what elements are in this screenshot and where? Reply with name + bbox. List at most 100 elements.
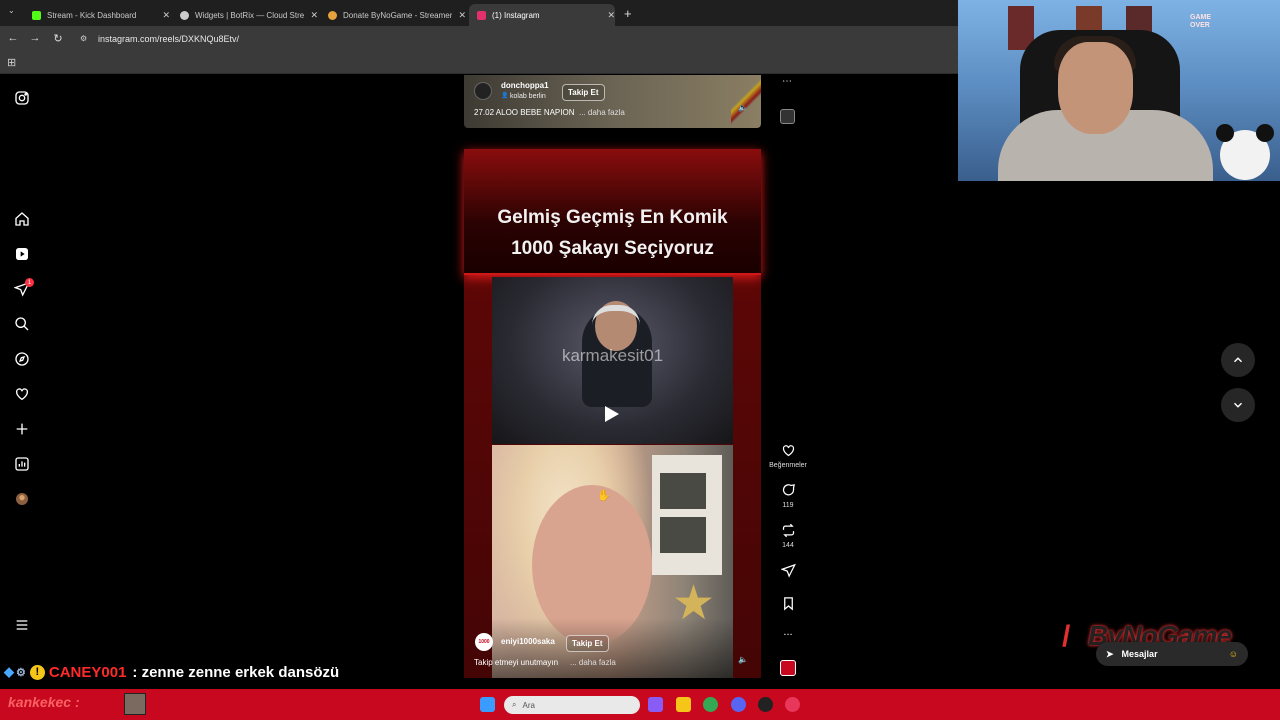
chat-message: : zenne zenne erkek dansözü xyxy=(132,663,340,681)
tab-bynogame-donate[interactable]: Donate ByNoGame - Streamer ✕ xyxy=(320,4,466,26)
search-icon: ⌕ xyxy=(512,700,517,709)
menu-hamburger-icon[interactable] xyxy=(13,616,31,634)
tab-botrix-widgets[interactable]: Widgets | BotRix — Cloud Stre... ✕ xyxy=(172,4,318,26)
prev-reel-caption: 27.02 ALOO BEBE NAPION xyxy=(474,108,575,117)
bynogame-favicon-icon xyxy=(328,10,337,20)
badge-warning-icon: ! xyxy=(29,664,45,680)
reposts-count: 144 xyxy=(782,542,794,549)
reels-icon[interactable] xyxy=(13,245,31,263)
prev-audio-thumb[interactable] xyxy=(780,109,795,124)
back-arrow-icon[interactable]: ← xyxy=(6,32,20,44)
taskbar xyxy=(0,689,1280,720)
windows-start-icon[interactable] xyxy=(480,697,495,712)
reel-caption: Takip etmeyi unutmayın xyxy=(474,658,559,667)
create-plus-icon[interactable] xyxy=(13,420,31,438)
chrome-icon[interactable] xyxy=(703,697,718,712)
site-info-icon[interactable]: ⚙ xyxy=(80,34,87,43)
tab-title: (1) Instagram xyxy=(492,10,540,20)
comment-icon[interactable] xyxy=(779,483,797,503)
likes-label[interactable]: Beğenmeler xyxy=(762,462,814,469)
play-icon[interactable] xyxy=(604,405,620,423)
stream-chat-line: ◆ ⚙ ! CANEY001 : zenne zenne erkek dansö… xyxy=(4,660,339,684)
previous-reel-button[interactable] xyxy=(1221,343,1255,377)
heart-icon[interactable] xyxy=(13,385,31,403)
taskbar-search[interactable]: ⌕ Ara xyxy=(504,696,640,714)
forward-arrow-icon[interactable]: → xyxy=(28,32,42,44)
webcam-overlay: GAME OVER xyxy=(958,0,1280,181)
reel-title-line2: 1000 Şakayı Seçiyoruz xyxy=(511,238,714,259)
dashboard-chart-icon[interactable] xyxy=(13,455,31,473)
notification-badge: 1 xyxy=(25,278,34,287)
share-icon[interactable] xyxy=(779,563,797,583)
like-heart-icon[interactable] xyxy=(779,443,797,463)
speaker-mute-icon[interactable]: 🔈 xyxy=(738,103,748,112)
reel-username[interactable]: eniyi1000saka xyxy=(501,637,555,646)
badge-cube-icon: ◆ xyxy=(4,664,14,679)
profile-avatar-icon[interactable] xyxy=(13,490,31,508)
prev-reel-avatar[interactable] xyxy=(474,82,492,100)
chat-username: CANEY001 xyxy=(48,663,127,681)
tab-title: Stream - Kick Dashboard xyxy=(47,10,137,20)
reel-follow-button[interactable]: Takip Et xyxy=(566,635,609,652)
home-icon[interactable] xyxy=(13,210,31,228)
prev-reel-follow-button[interactable]: Takip Et xyxy=(562,84,605,101)
chat-ticker: kankekec : xyxy=(8,694,80,710)
new-tab-button[interactable]: + xyxy=(624,6,632,21)
comments-count: 119 xyxy=(782,502,794,509)
brand-slash-icon: / xyxy=(1062,620,1071,653)
ticker-avatar xyxy=(124,693,146,715)
instagram-logo-icon[interactable] xyxy=(13,89,31,107)
more-options-icon[interactable]: ... xyxy=(762,626,814,638)
reload-icon[interactable]: ↻ xyxy=(51,32,65,45)
audio-thumb[interactable] xyxy=(780,660,796,676)
close-tab-icon[interactable]: ✕ xyxy=(607,10,615,21)
person-icon: 👤 xyxy=(501,93,509,99)
prev-reel-subline: kolab berlin xyxy=(510,93,546,100)
explore-compass-icon[interactable] xyxy=(13,350,31,368)
media-player-icon[interactable] xyxy=(785,697,800,712)
close-tab-icon[interactable]: ✕ xyxy=(162,10,170,21)
send-icon: ➤ xyxy=(1106,648,1114,659)
bookmarks-bar: ⊞ xyxy=(0,52,958,74)
tab-title: Donate ByNoGame - Streamer xyxy=(343,10,453,20)
copilot-icon[interactable] xyxy=(648,697,663,712)
bookmark-icon[interactable] xyxy=(779,596,797,616)
tab-kick-dashboard[interactable]: Stream - Kick Dashboard ✕ xyxy=(24,4,170,26)
file-explorer-icon[interactable] xyxy=(676,697,691,712)
speaker-mute-icon[interactable]: 🔈 xyxy=(738,655,748,664)
reel-more[interactable]: ... daha fazla xyxy=(570,658,616,667)
badge-gear-icon: ⚙ xyxy=(16,666,26,679)
chevron-up-icon xyxy=(1233,357,1243,363)
prev-reel-username[interactable]: donchoppa1 xyxy=(501,81,549,90)
kick-favicon-icon xyxy=(32,10,41,20)
emoji-icon: ☺ xyxy=(1228,649,1238,659)
game-over-poster: GAME OVER xyxy=(1190,14,1211,29)
reel-avatar-text: 1000 xyxy=(478,639,490,645)
search-icon[interactable] xyxy=(13,315,31,333)
reel-title: Gelmiş Geçmiş En Komik 1000 Şakayı Seçiy… xyxy=(464,202,761,264)
botrix-favicon-icon xyxy=(180,10,189,20)
apps-grid-icon[interactable]: ⊞ xyxy=(7,56,16,69)
mouse-cursor-icon: ✋ xyxy=(597,490,611,502)
chevron-down-icon xyxy=(1233,402,1243,408)
video-watermark: karmakesit01 xyxy=(561,346,664,365)
obs-icon[interactable] xyxy=(758,697,773,712)
messages-button[interactable]: ➤ Mesajlar ☺ xyxy=(1096,642,1248,666)
prev-reel-more[interactable]: ... daha fazla xyxy=(579,108,625,117)
taskbar-search-placeholder: Ara xyxy=(522,700,535,710)
tab-search-chevron-icon[interactable]: ⌄ xyxy=(8,6,15,15)
instagram-favicon-icon xyxy=(477,10,486,20)
instagram-sidebar xyxy=(0,75,45,689)
url-field[interactable]: instagram.com/reels/DXKNQu8Etv/ xyxy=(98,34,239,44)
close-tab-icon[interactable]: ✕ xyxy=(310,10,318,21)
tab-title: Widgets | BotRix — Cloud Stre... xyxy=(195,10,305,20)
close-tab-icon[interactable]: ✕ xyxy=(458,10,466,21)
reel-title-line1: Gelmiş Geçmiş En Komik xyxy=(497,207,728,228)
messages-label: Mesajlar xyxy=(1121,649,1158,659)
tab-instagram[interactable]: (1) Instagram ✕ xyxy=(469,4,615,26)
next-reel-button[interactable] xyxy=(1221,388,1255,422)
reel-avatar[interactable]: 1000 xyxy=(475,633,493,651)
repost-icon[interactable] xyxy=(779,523,797,543)
discord-icon[interactable] xyxy=(731,697,746,712)
prev-more-options-icon[interactable]: ⋯ xyxy=(782,76,792,87)
